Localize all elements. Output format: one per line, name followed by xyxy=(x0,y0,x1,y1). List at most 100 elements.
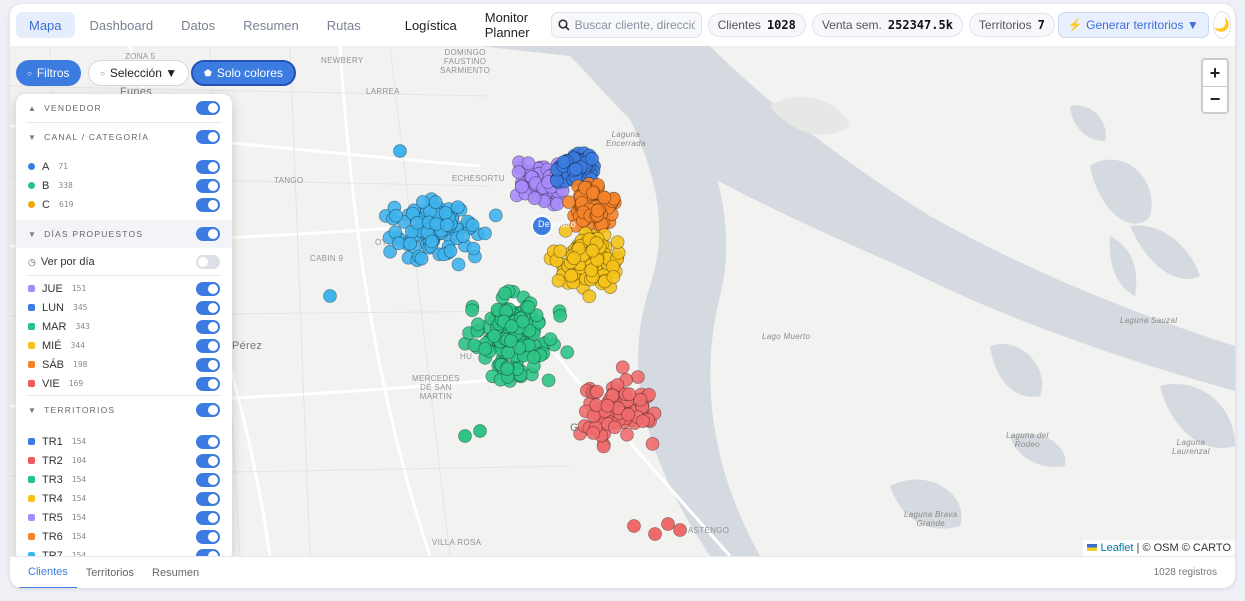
territorio-item-tr3[interactable]: TR3 154 xyxy=(16,470,232,489)
client-marker[interactable] xyxy=(590,203,605,218)
selection-button[interactable]: ○ Selección ▼ xyxy=(88,60,190,86)
client-marker[interactable] xyxy=(597,190,612,205)
section-vendedor[interactable]: ▲ VENDEDOR xyxy=(16,94,232,122)
leaflet-link[interactable]: Leaflet xyxy=(1100,542,1133,554)
map-view[interactable]: ZONA 5 NEWBERY DOMINGO FAUSTINO SARMIENT… xyxy=(10,46,1235,556)
client-marker[interactable] xyxy=(551,273,566,288)
section-territorios[interactable]: ▼ TERRITORIOS xyxy=(16,396,232,424)
client-marker[interactable] xyxy=(585,243,600,258)
tab-dashboard[interactable]: Dashboard xyxy=(77,12,167,38)
client-marker[interactable] xyxy=(443,244,458,259)
client-marker[interactable] xyxy=(478,226,492,241)
client-marker[interactable] xyxy=(553,244,568,259)
tab-rutas[interactable]: Rutas xyxy=(314,12,374,38)
client-marker[interactable] xyxy=(456,229,471,244)
dia-toggle[interactable] xyxy=(196,357,220,372)
search-input[interactable] xyxy=(574,18,695,32)
zoom-out-button[interactable]: − xyxy=(1203,86,1227,112)
client-marker[interactable] xyxy=(389,208,403,223)
territorio-toggle[interactable] xyxy=(196,548,220,556)
client-marker[interactable] xyxy=(424,234,439,249)
client-marker[interactable] xyxy=(586,186,600,201)
client-marker[interactable] xyxy=(450,200,465,215)
client-marker[interactable] xyxy=(410,215,425,230)
tab-datos[interactable]: Datos xyxy=(168,12,228,38)
dia-toggle[interactable] xyxy=(196,281,220,296)
client-marker[interactable] xyxy=(567,251,581,266)
btab-clientes[interactable]: Clientes xyxy=(19,557,77,588)
client-marker[interactable] xyxy=(585,151,599,166)
dia-toggle[interactable] xyxy=(196,338,220,353)
dia-item-mié[interactable]: MIÉ 344 xyxy=(16,336,232,355)
client-marker[interactable] xyxy=(478,341,493,356)
client-marker[interactable] xyxy=(645,436,660,451)
btab-resumen[interactable]: Resumen xyxy=(143,557,208,589)
client-marker[interactable] xyxy=(521,156,536,171)
client-marker[interactable] xyxy=(527,191,542,206)
territorios-toggle[interactable] xyxy=(196,403,220,417)
client-marker[interactable] xyxy=(590,384,604,399)
client-marker[interactable] xyxy=(586,426,601,440)
client-marker[interactable] xyxy=(621,407,635,422)
territorio-toggle[interactable] xyxy=(196,472,220,487)
client-marker[interactable] xyxy=(648,527,662,541)
canal-b-toggle[interactable] xyxy=(196,178,220,193)
generar-territorios-button[interactable]: ⚡ Generar territorios ▼ xyxy=(1057,12,1209,38)
client-marker[interactable] xyxy=(661,517,675,531)
territorio-item-tr5[interactable]: TR5 154 xyxy=(16,508,232,527)
section-dias[interactable]: ▼ DÍAS PROPUESTOS xyxy=(16,220,232,248)
client-marker[interactable] xyxy=(541,373,556,388)
client-marker[interactable] xyxy=(488,208,503,223)
client-marker[interactable] xyxy=(526,350,541,364)
dia-toggle[interactable] xyxy=(196,300,220,315)
territorio-item-tr7[interactable]: TR7 154 xyxy=(16,546,232,556)
territorio-toggle[interactable] xyxy=(196,453,220,468)
client-marker[interactable] xyxy=(415,194,430,209)
solo-colores-button[interactable]: ⬟ Solo colores xyxy=(191,60,296,86)
territorio-item-tr4[interactable]: TR4 154 xyxy=(16,489,232,508)
dias-toggle[interactable] xyxy=(196,227,220,241)
client-marker[interactable] xyxy=(465,303,480,318)
client-marker[interactable] xyxy=(631,370,645,384)
client-marker[interactable] xyxy=(553,308,568,323)
dia-toggle[interactable] xyxy=(196,319,220,334)
client-marker[interactable] xyxy=(451,257,466,272)
client-marker[interactable] xyxy=(487,329,502,343)
dia-item-vie[interactable]: VIE 169 xyxy=(16,374,232,393)
client-marker[interactable] xyxy=(504,319,519,334)
client-marker[interactable] xyxy=(550,196,565,211)
client-marker[interactable] xyxy=(440,218,454,232)
client-marker[interactable] xyxy=(564,268,579,283)
territorio-toggle[interactable] xyxy=(196,434,220,449)
client-marker[interactable] xyxy=(627,519,641,533)
client-marker[interactable] xyxy=(622,387,637,402)
client-markers[interactable] xyxy=(323,144,687,541)
client-marker[interactable] xyxy=(501,345,516,360)
canal-item-c[interactable]: C 619 xyxy=(16,195,232,214)
territorio-toggle[interactable] xyxy=(196,491,220,506)
client-marker[interactable] xyxy=(543,332,558,347)
client-marker[interactable] xyxy=(465,218,480,233)
client-marker[interactable] xyxy=(514,179,529,194)
client-marker[interactable] xyxy=(600,398,615,413)
client-marker[interactable] xyxy=(562,195,576,210)
canal-item-b[interactable]: B 338 xyxy=(16,176,232,195)
client-marker[interactable] xyxy=(582,289,597,304)
territorio-toggle[interactable] xyxy=(196,529,220,544)
dark-mode-toggle[interactable]: 🌙 xyxy=(1212,11,1231,39)
dia-item-mar[interactable]: MAR 343 xyxy=(16,317,232,336)
client-marker[interactable] xyxy=(673,523,687,537)
ver-por-dia-toggle[interactable] xyxy=(196,255,220,269)
client-marker[interactable] xyxy=(497,286,512,301)
client-marker[interactable] xyxy=(466,241,481,256)
client-marker[interactable] xyxy=(393,144,407,158)
dia-toggle[interactable] xyxy=(196,376,220,391)
territorio-item-tr2[interactable]: TR2 104 xyxy=(16,451,232,470)
client-marker[interactable] xyxy=(414,251,429,266)
client-marker[interactable] xyxy=(428,195,443,210)
client-marker[interactable] xyxy=(403,236,418,251)
territorio-item-tr6[interactable]: TR6 154 xyxy=(16,527,232,546)
tab-resumen[interactable]: Resumen xyxy=(230,12,312,38)
client-marker[interactable] xyxy=(470,317,485,332)
territorio-toggle[interactable] xyxy=(196,510,220,525)
